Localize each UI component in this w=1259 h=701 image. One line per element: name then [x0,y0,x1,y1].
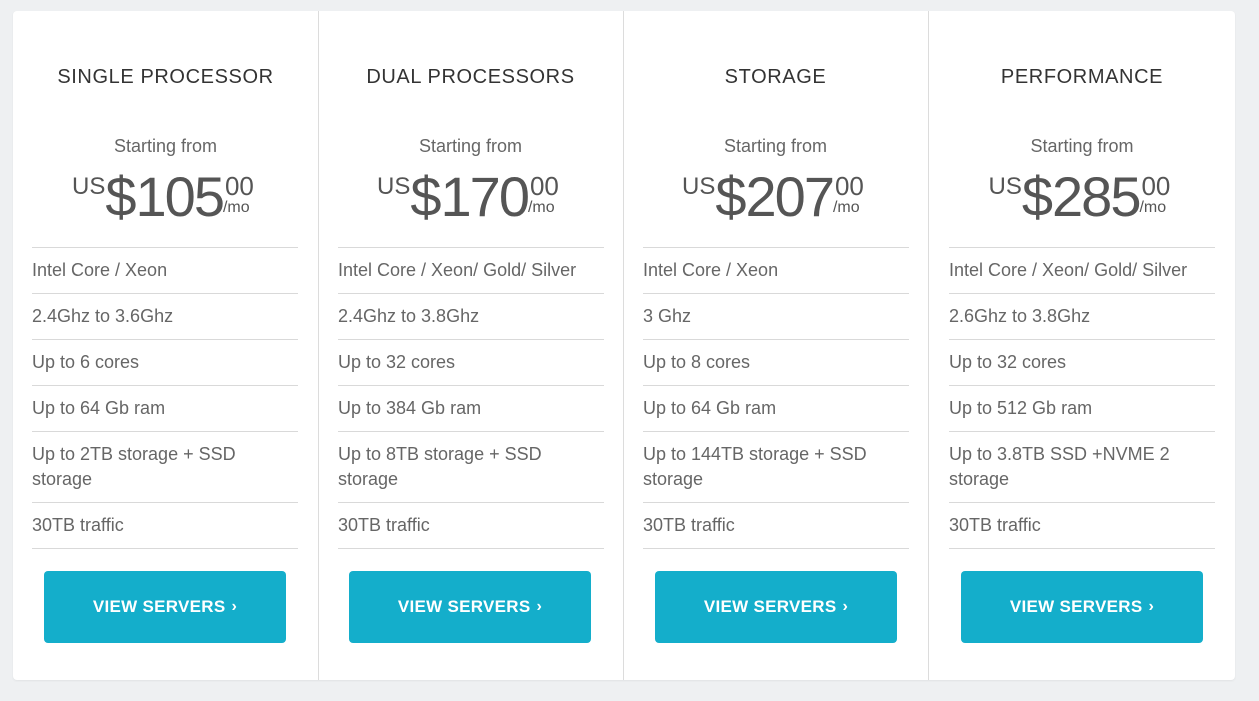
feature-cores: Up to 32 cores [338,339,604,385]
feature-traffic: 30TB traffic [643,502,909,549]
view-servers-button[interactable]: VIEW SERVERS › [961,571,1203,643]
feature-list: Intel Core / Xeon 3 Ghz Up to 8 cores Up… [643,247,909,549]
view-servers-button[interactable]: VIEW SERVERS › [349,571,591,643]
feature-cores: Up to 32 cores [949,339,1215,385]
feature-processor: Intel Core / Xeon/ Gold/ Silver [338,247,604,293]
currency-label: US [682,173,716,200]
plan-title: PERFORMANCE [1000,66,1164,88]
plan-price: US$105 00/mo [13,169,318,231]
chevron-right-icon: › [536,598,543,615]
price-cents: 00 [1141,171,1171,201]
plan-title: SINGLE PROCESSOR [57,66,274,88]
dollar-sign: $ [1021,165,1053,228]
feature-storage: Up to 8TB storage + SSD storage [338,431,604,502]
price-cents: 00 [834,171,864,201]
feature-speed: 3 Ghz [643,293,909,339]
feature-list: Intel Core / Xeon/ Gold/ Silver 2.6Ghz t… [949,247,1215,549]
price-cents: 00 [224,171,254,201]
feature-processor: Intel Core / Xeon/ Gold/ Silver [949,247,1215,293]
feature-traffic: 30TB traffic [338,502,604,549]
feature-cores: Up to 6 cores [32,339,298,385]
feature-storage: Up to 3.8TB SSD +NVME 2 storage [949,431,1215,502]
feature-speed: 2.6Ghz to 3.8Ghz [949,293,1215,339]
view-servers-label: VIEW SERVERS [703,597,837,616]
pricing-card: SINGLE PROCESSOR Starting from US$105 00/… [13,11,1235,680]
dollar-sign: $ [410,165,441,228]
plan-dual-processors: DUAL PROCESSORS Starting from US$170 00/m… [318,11,624,680]
view-servers-label: VIEW SERVERS [92,597,226,616]
chevron-right-icon: › [231,598,238,615]
starting-from-label: Starting from [418,136,523,156]
price-period: /mo [222,199,250,216]
feature-list: Intel Core / Xeon 2.4Ghz to 3.6Ghz Up to… [32,247,298,549]
feature-traffic: 30TB traffic [32,502,298,549]
feature-processor: Intel Core / Xeon [32,247,298,293]
view-servers-button[interactable]: VIEW SERVERS › [44,571,286,643]
chevron-right-icon: › [842,598,849,615]
plan-price: US$170 00/mo [318,169,623,231]
price-amount: 285 [1052,165,1141,228]
feature-ram: Up to 512 Gb ram [949,385,1215,431]
view-servers-label: VIEW SERVERS [397,597,531,616]
dollar-sign: $ [715,165,746,228]
feature-speed: 2.4Ghz to 3.8Ghz [338,293,604,339]
price-amount: 207 [745,165,835,228]
price-period: /mo [527,199,555,216]
view-servers-button[interactable]: VIEW SERVERS › [655,571,897,643]
plan-price: US$207 00/mo [623,169,928,231]
feature-ram: Up to 64 Gb ram [643,385,909,431]
feature-ram: Up to 384 Gb ram [338,385,604,431]
starting-from-label: Starting from [1030,136,1134,156]
starting-from-label: Starting from [113,136,218,156]
currency-label: US [988,173,1022,200]
starting-from-label: Starting from [723,136,828,156]
dollar-sign: $ [105,165,136,228]
price-period: /mo [1139,199,1167,216]
plan-price: US$285 00/mo [929,169,1235,231]
feature-list: Intel Core / Xeon/ Gold/ Silver 2.4Ghz t… [338,247,604,549]
plan-title: STORAGE [724,66,827,88]
chevron-right-icon: › [1148,598,1155,615]
price-period: /mo [832,199,860,216]
feature-traffic: 30TB traffic [949,502,1215,549]
currency-label: US [377,173,411,200]
plan-storage: STORAGE Starting from US$207 00/mo Intel … [623,11,929,680]
currency-label: US [72,173,106,200]
feature-ram: Up to 64 Gb ram [32,385,298,431]
price-cents: 00 [529,171,559,201]
feature-storage: Up to 144TB storage + SSD storage [643,431,909,502]
view-servers-label: VIEW SERVERS [1009,597,1143,616]
price-amount: 105 [135,165,225,228]
price-amount: 170 [440,165,530,228]
plan-performance: PERFORMANCE Starting from US$285 00/mo In… [929,11,1235,680]
feature-speed: 2.4Ghz to 3.6Ghz [32,293,298,339]
feature-storage: Up to 2TB storage + SSD storage [32,431,298,502]
feature-processor: Intel Core / Xeon [643,247,909,293]
plan-title: DUAL PROCESSORS [366,66,575,88]
plan-single-processor: SINGLE PROCESSOR Starting from US$105 00/… [13,11,319,680]
feature-cores: Up to 8 cores [643,339,909,385]
